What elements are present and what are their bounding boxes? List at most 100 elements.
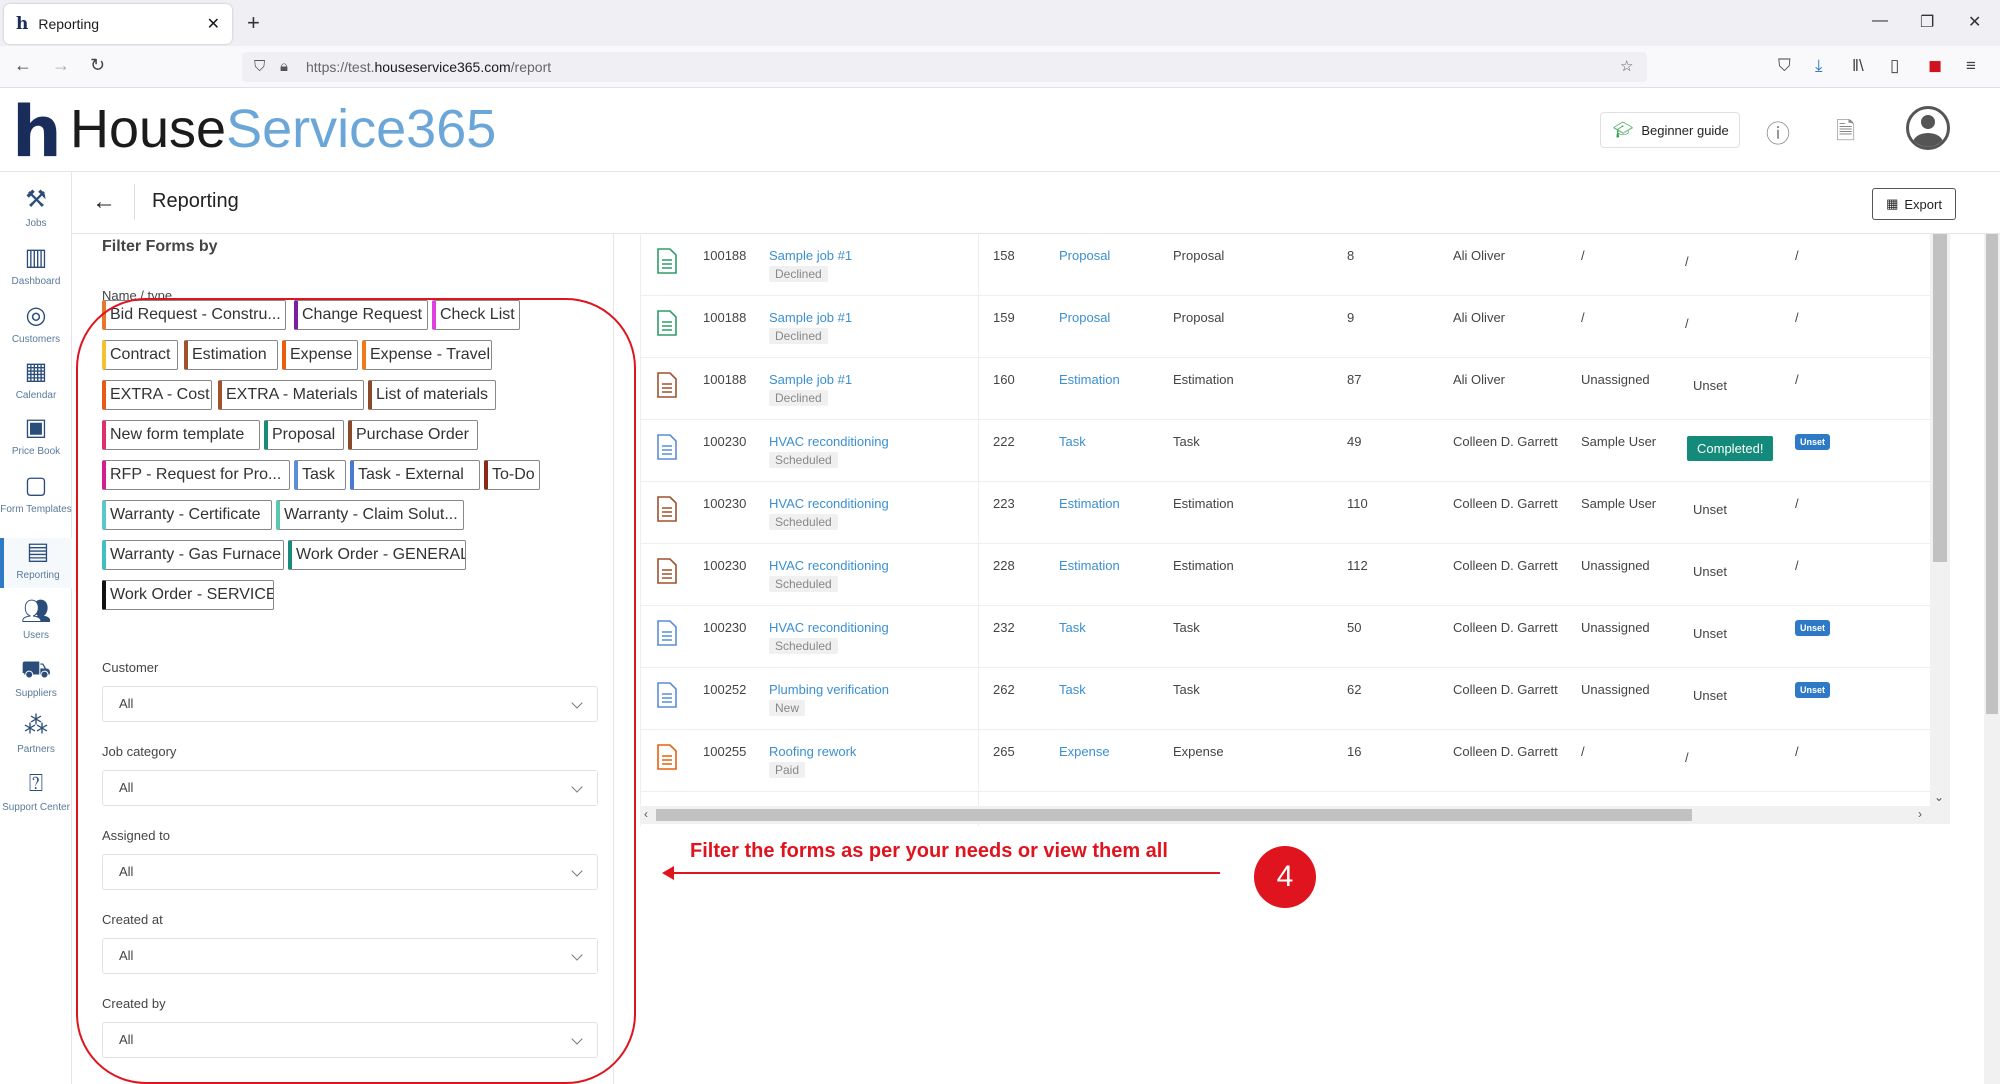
form-type-chip[interactable]: Bid Request - Constru... [102,300,286,330]
back-arrow-icon[interactable]: ← [92,188,116,216]
sidebar-toggle-icon[interactable]: ▯ [1890,56,1899,76]
job-name-link[interactable]: Plumbing verification [769,682,889,697]
form-type-chip[interactable]: Warranty - Certificate [102,500,272,530]
form-type-chip[interactable]: Warranty - Claim Solut... [276,500,464,530]
table-row[interactable]: 100188 Sample job #1 Declined 159 Propos… [641,296,1950,358]
form-type-chip[interactable]: Check List [432,300,520,330]
sidebar-item-users[interactable]: 👥︎ Users [0,598,72,641]
library-icon[interactable]: ‖\ [1852,56,1864,76]
table-row[interactable]: 100188 Sample job #1 Declined 158 Propos… [641,234,1950,296]
close-window-icon[interactable]: ✕ [1968,12,1981,32]
forward-icon[interactable]: → [52,55,70,76]
bookmark-star-icon[interactable]: ☆ [1620,52,1633,82]
document-icon[interactable] [657,682,677,708]
document-icon[interactable] [657,558,677,584]
document-icon[interactable] [657,496,677,522]
form-type-chip[interactable]: Task - External [350,460,480,490]
form-type-link[interactable]: Task [1059,620,1086,635]
form-type-chip[interactable]: Contract [102,340,178,370]
form-type-chip[interactable]: EXTRA - Materials [218,380,364,410]
beginner-guide-button[interactable]: 🎓︎ Beginner guide [1600,112,1740,148]
job-name-link[interactable]: HVAC reconditioning [769,434,889,449]
form-type-link[interactable]: Expense [1059,744,1110,759]
job-name-link[interactable]: Sample job #1 [769,248,852,263]
new-tab-icon[interactable]: + [247,10,260,36]
sidebar-item-support-center[interactable]: ⍰ Support Center [0,770,72,813]
pocket-icon[interactable]: ⛉ [1778,56,1791,76]
customer-select[interactable]: All [102,686,598,722]
job-category-select[interactable]: All [102,770,598,806]
form-type-chip[interactable]: New form template [102,420,260,450]
extension-icon[interactable]: ◼ [1928,56,1942,76]
table-vertical-scrollbar[interactable]: ⌄ [1930,234,1950,810]
table-row[interactable]: 100230 HVAC reconditioning Scheduled 232… [641,606,1950,668]
job-name-link[interactable]: HVAC reconditioning [769,496,889,511]
logo[interactable]: HouseService365 [70,98,496,160]
form-type-chip[interactable]: Work Order - SERVICE [102,580,274,610]
address-bar[interactable]: ⛉ 🔒︎ https://test.houseservice365.com/re… [242,52,1647,82]
created-by-select[interactable]: All [102,1022,598,1058]
reload-icon[interactable]: ↻ [90,55,105,76]
form-type-link[interactable]: Estimation [1059,496,1120,511]
user-avatar[interactable] [1906,106,1950,150]
form-type-chip[interactable]: Proposal [264,420,344,450]
scrollbar-thumb[interactable] [656,809,1692,821]
assigned-to-select[interactable]: All [102,854,598,890]
sidebar-item-price-book[interactable]: ▣ Price Book [0,414,72,457]
form-type-link[interactable]: Estimation [1059,372,1120,387]
scroll-right-icon[interactable]: › [1918,807,1922,821]
document-icon[interactable] [657,434,677,460]
sidebar-item-suppliers[interactable]: ⛟ Suppliers [0,656,72,699]
sidebar-item-customers[interactable]: ◎ Customers [0,302,72,345]
document-icon[interactable] [657,310,677,336]
form-type-link[interactable]: Task [1059,682,1086,697]
form-type-link[interactable]: Estimation [1059,558,1120,573]
browser-tab[interactable]: h Reporting ✕ [4,4,232,44]
notes-icon[interactable]: 🗎︎ [1836,114,1855,155]
sidebar-item-dashboard[interactable]: ▥ Dashboard [0,244,72,287]
scrollbar-thumb[interactable] [1933,234,1947,562]
job-name-link[interactable]: HVAC reconditioning [769,558,889,573]
job-name-link[interactable]: Sample job #1 [769,310,852,325]
scroll-left-icon[interactable]: ‹ [644,807,648,821]
form-type-chip[interactable]: EXTRA - Cost [102,380,212,410]
form-type-chip[interactable]: Expense [282,340,358,370]
form-type-chip[interactable]: To-Do [484,460,540,490]
help-icon[interactable]: ⓘ [1766,114,1790,149]
document-icon[interactable] [657,248,677,274]
table-row[interactable]: 100230 HVAC reconditioning Scheduled 223… [641,482,1950,544]
close-tab-icon[interactable]: ✕ [207,14,220,34]
form-type-chip[interactable]: Estimation [184,340,278,370]
document-icon[interactable] [657,620,677,646]
export-button[interactable]: ▦ Export [1872,188,1956,220]
download-icon[interactable]: ⤓ [1815,56,1823,76]
document-icon[interactable] [657,744,677,770]
job-name-link[interactable]: Roofing rework [769,744,856,759]
form-type-chip[interactable]: Expense - Travel [362,340,492,370]
restore-icon[interactable]: ❐ [1920,12,1934,32]
sidebar-item-reporting[interactable]: ▤ Reporting [0,538,72,588]
form-type-link[interactable]: Proposal [1059,248,1110,263]
sidebar-item-partners[interactable]: ⁂ Partners [0,712,72,755]
form-type-chip[interactable]: Change Request [294,300,428,330]
sidebar-item-jobs[interactable]: ⚒ Jobs [0,186,72,229]
form-type-chip[interactable]: RFP - Request for Pro... [102,460,290,490]
form-type-chip[interactable]: Work Order - GENERAL [288,540,466,570]
form-type-chip[interactable]: Purchase Order [348,420,478,450]
table-row[interactable]: 100255 Roofing rework Paid 265 Expense E… [641,730,1950,792]
job-name-link[interactable]: Sample job #1 [769,372,852,387]
menu-icon[interactable]: ≡ [1966,56,1976,76]
table-row[interactable]: 100188 Sample job #1 Declined 160 Estima… [641,358,1950,420]
scrollbar-thumb[interactable] [1986,234,1998,714]
page-scrollbar[interactable] [1984,234,2000,1084]
form-type-chip[interactable]: List of materials [368,380,496,410]
minimize-icon[interactable]: — [1872,12,1888,30]
scroll-down-icon[interactable]: ⌄ [1934,790,1944,804]
form-type-link[interactable]: Task [1059,434,1086,449]
form-type-link[interactable]: Proposal [1059,310,1110,325]
document-icon[interactable] [657,372,677,398]
job-name-link[interactable]: HVAC reconditioning [769,620,889,635]
form-type-chip[interactable]: Task [294,460,346,490]
back-icon[interactable]: ← [14,55,32,76]
created-at-select[interactable]: All [102,938,598,974]
